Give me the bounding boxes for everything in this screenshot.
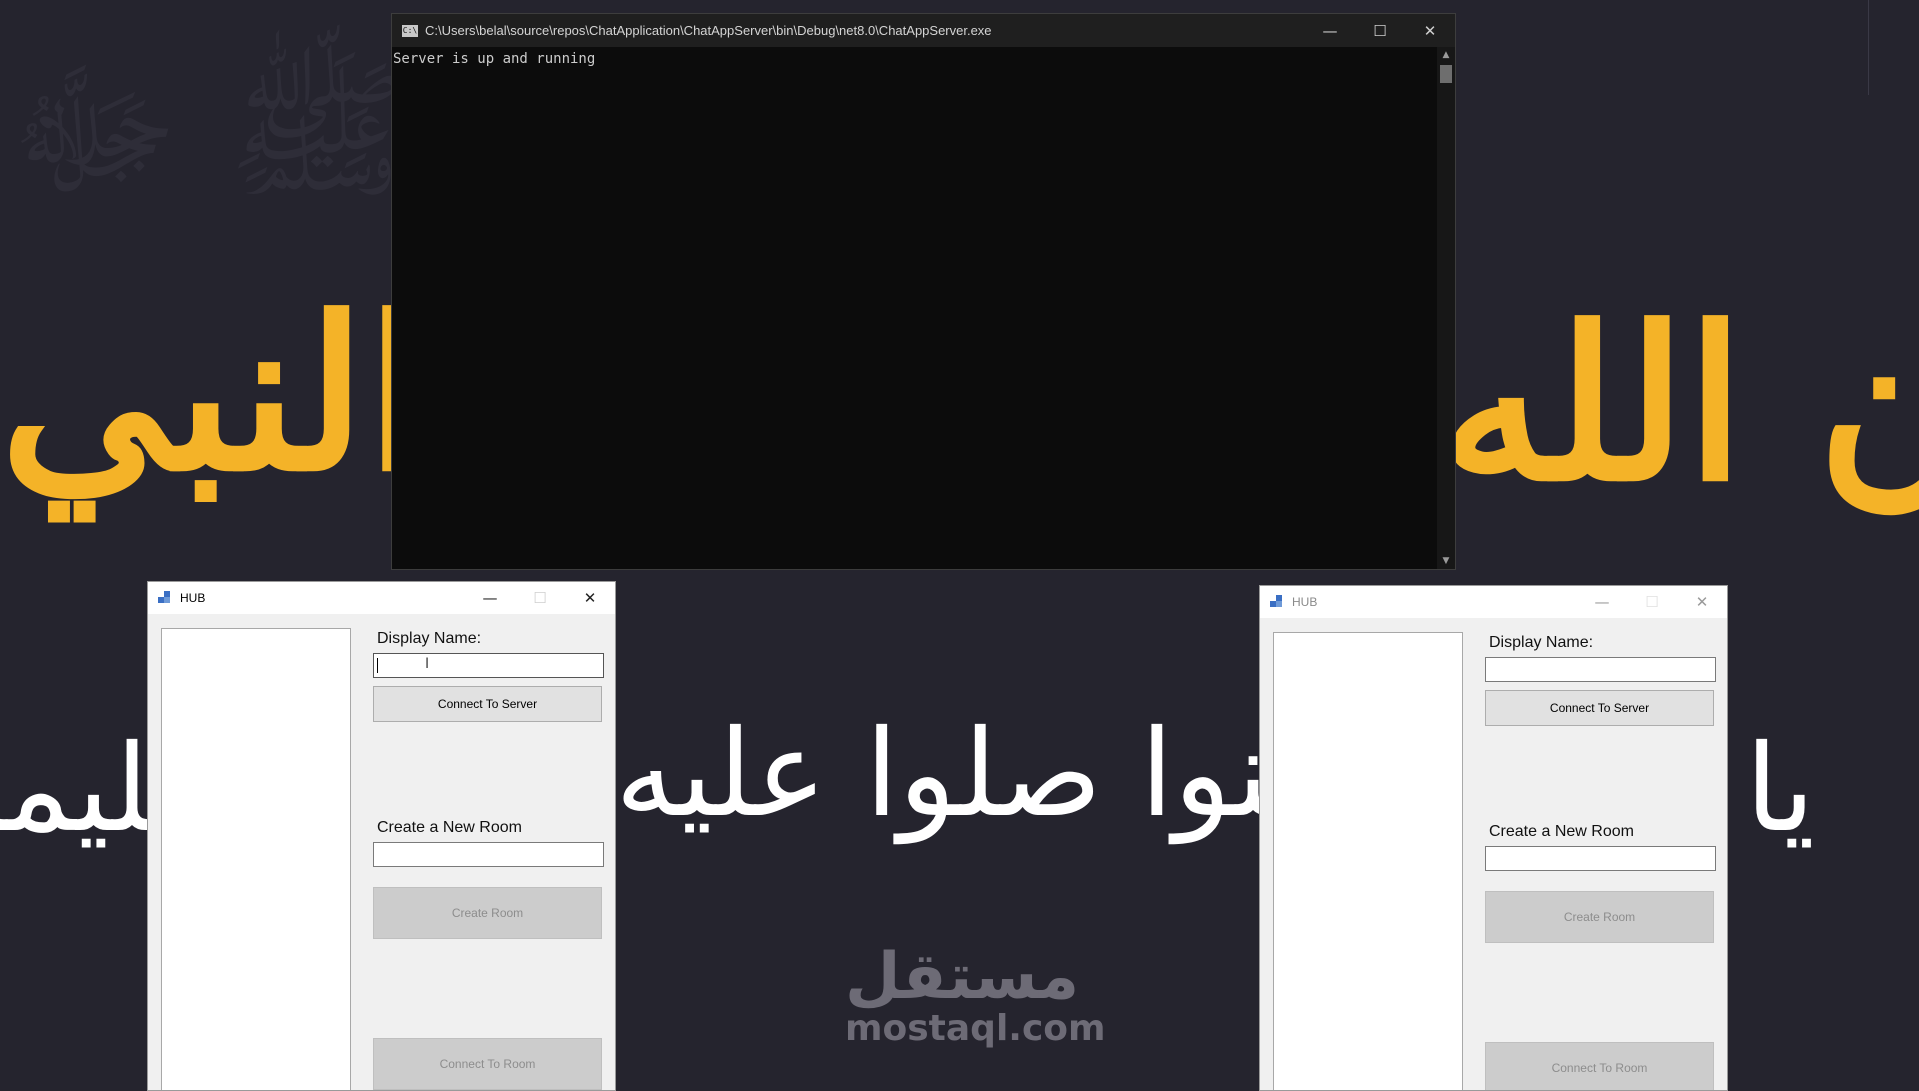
hub-window-right: HUB — ☐ ✕ Display Name: Connect To Serve… bbox=[1259, 585, 1728, 1091]
watermark-latin: mostaql.com bbox=[845, 1008, 1106, 1049]
connect-to-room-button: Connect To Room bbox=[373, 1038, 602, 1090]
console-output-line: Server is up and running bbox=[393, 51, 596, 67]
window-edge-line bbox=[1868, 0, 1869, 95]
create-room-label: Create a New Room bbox=[377, 819, 522, 836]
display-name-label: Display Name: bbox=[377, 630, 482, 647]
hub-title: HUB bbox=[180, 591, 206, 605]
connect-to-room-button: Connect To Room bbox=[1485, 1042, 1714, 1090]
maximize-button: ☐ bbox=[1645, 593, 1659, 611]
ibeam-cursor-icon: I bbox=[425, 656, 430, 672]
console-output[interactable]: Server is up and running bbox=[392, 47, 1437, 569]
hub-title: HUB bbox=[1292, 595, 1318, 609]
wallpaper-gold-calligraphy-right: إن الله bbox=[1440, 281, 1919, 528]
close-button[interactable]: ✕ bbox=[1405, 14, 1455, 47]
wallpaper-faint-calligraphy: ﷺ ﷻ bbox=[10, 44, 409, 218]
scroll-thumb[interactable] bbox=[1440, 65, 1452, 83]
display-name-input[interactable]: I bbox=[373, 653, 604, 678]
maximize-button[interactable]: ☐ bbox=[1355, 14, 1405, 47]
create-room-button: Create Room bbox=[373, 887, 602, 939]
wallpaper-white-calligraphy-mid: آمنوا صلوا عليه bbox=[615, 705, 1370, 844]
new-room-input[interactable] bbox=[1485, 846, 1716, 871]
create-room-label: Create a New Room bbox=[1489, 823, 1634, 840]
hub-window-left: HUB — ☐ ✕ Display Name: I Connect To Ser… bbox=[147, 581, 616, 1091]
connect-to-server-button[interactable]: Connect To Server bbox=[373, 686, 602, 722]
maximize-button: ☐ bbox=[533, 589, 547, 607]
minimize-button[interactable]: — bbox=[1577, 586, 1627, 618]
new-room-input[interactable] bbox=[373, 842, 604, 867]
mostaql-watermark: مستقل mostaql.com bbox=[845, 940, 1106, 1049]
app-icon bbox=[158, 591, 172, 605]
room-list[interactable] bbox=[161, 628, 351, 1090]
console-scrollbar[interactable]: ▲ ▼ bbox=[1437, 47, 1455, 569]
cmd-icon: C:\ bbox=[402, 24, 418, 37]
minimize-button[interactable]: — bbox=[465, 582, 515, 614]
server-console-window: C:\ C:\Users\belal\source\repos\ChatAppl… bbox=[391, 13, 1456, 570]
close-button[interactable]: ✕ bbox=[1677, 586, 1727, 618]
wallpaper-white-calligraphy-right: يا bbox=[1745, 720, 1815, 859]
app-icon bbox=[1270, 595, 1284, 609]
console-titlebar[interactable]: C:\ C:\Users\belal\source\repos\ChatAppl… bbox=[392, 14, 1455, 47]
display-name-input[interactable] bbox=[1485, 657, 1716, 682]
console-title: C:\Users\belal\source\repos\ChatApplicat… bbox=[425, 23, 992, 38]
display-name-label: Display Name: bbox=[1489, 634, 1594, 651]
watermark-arabic: مستقل bbox=[845, 940, 1080, 1014]
scroll-up-arrow-icon[interactable]: ▲ bbox=[1437, 47, 1455, 63]
room-list[interactable] bbox=[1273, 632, 1463, 1090]
minimize-button[interactable]: — bbox=[1305, 14, 1355, 47]
close-button[interactable]: ✕ bbox=[565, 582, 615, 614]
hub-titlebar[interactable]: HUB — ☐ ✕ bbox=[148, 582, 615, 614]
hub-titlebar[interactable]: HUB — ☐ ✕ bbox=[1260, 586, 1727, 618]
connect-to-server-button[interactable]: Connect To Server bbox=[1485, 690, 1714, 726]
create-room-button: Create Room bbox=[1485, 891, 1714, 943]
text-caret bbox=[377, 658, 378, 673]
scroll-down-arrow-icon[interactable]: ▼ bbox=[1437, 553, 1455, 569]
